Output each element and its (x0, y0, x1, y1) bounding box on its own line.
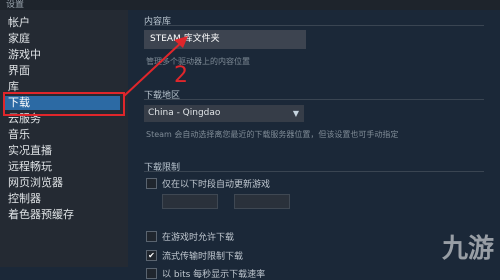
downloads-highlight-box (3, 92, 125, 116)
annotation-number: 2 (174, 63, 188, 88)
watermark-logo: 九游 (441, 234, 494, 264)
show-bits-per-second-checkbox[interactable] (146, 268, 157, 279)
show-bits-per-second-label: 以 bits 每秒显示下载速率 (162, 270, 266, 280)
annotation-overlay: 2 (3, 36, 188, 116)
